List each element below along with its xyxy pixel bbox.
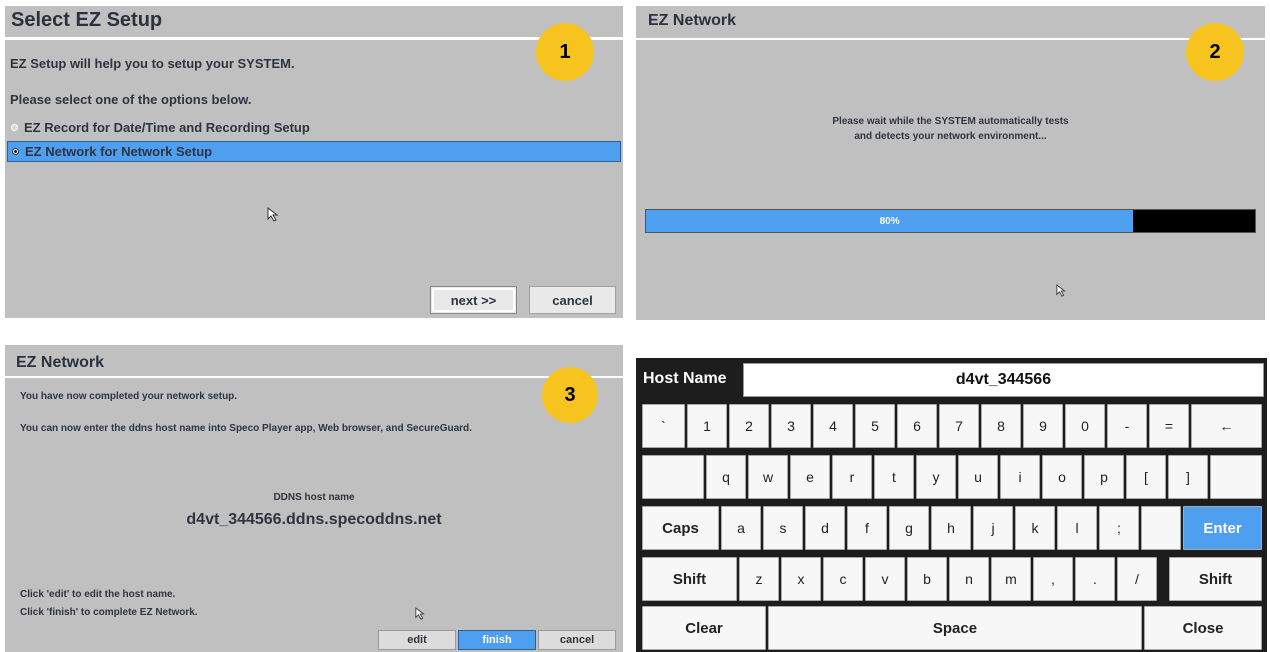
close-key[interactable]: Close [1144, 606, 1262, 650]
enter-key[interactable]: Enter [1183, 506, 1262, 550]
key-p[interactable]: p [1084, 455, 1124, 499]
step-badge-3: 3 [542, 367, 598, 423]
radio-icon[interactable] [11, 124, 18, 131]
key-7[interactable]: 7 [939, 404, 979, 448]
key-blank-right[interactable] [1210, 455, 1262, 499]
key-equals[interactable]: = [1149, 404, 1189, 448]
key-blank-mid[interactable] [1141, 506, 1181, 550]
mouse-cursor-icon [267, 207, 279, 222]
option-label: EZ Record for Date/Time and Recording Se… [24, 120, 310, 135]
page-title: Select EZ Setup [11, 9, 163, 31]
key-backtick[interactable]: ` [642, 404, 685, 448]
page-title: EZ Network [648, 12, 737, 29]
key-i[interactable]: i [1000, 455, 1040, 499]
key-comma[interactable]: , [1033, 557, 1073, 601]
key-y[interactable]: y [916, 455, 956, 499]
radio-selected-icon[interactable] [12, 148, 19, 155]
key-right-bracket[interactable]: ] [1168, 455, 1208, 499]
ez-network-complete-panel: EZ Network 3 You have now completed your… [5, 345, 623, 652]
key-h[interactable]: h [931, 506, 971, 550]
key-c[interactable]: c [823, 557, 863, 601]
next-button[interactable]: next >> [430, 286, 517, 314]
edit-button[interactable]: edit [378, 630, 456, 650]
finish-button[interactable]: finish [458, 630, 536, 650]
mouse-cursor-icon [415, 607, 425, 620]
key-q[interactable]: q [706, 455, 746, 499]
virtual-keyboard: Host Name d4vt_344566 ` 1 2 3 4 5 6 7 8 … [636, 358, 1267, 652]
key-v[interactable]: v [865, 557, 905, 601]
key-minus[interactable]: - [1107, 404, 1147, 448]
instructions-text: You can now enter the ddns host name int… [20, 423, 472, 434]
ddns-host-value: d4vt_344566.ddns.specoddns.net [186, 511, 442, 528]
key-a[interactable]: a [721, 506, 761, 550]
title-divider [636, 38, 1265, 40]
option-ez-record[interactable]: EZ Record for Date/Time and Recording Se… [7, 117, 621, 138]
key-e[interactable]: e [790, 455, 830, 499]
key-m[interactable]: m [991, 557, 1031, 601]
mouse-cursor-icon [1056, 284, 1066, 297]
progress-bar: 80% [645, 209, 1256, 233]
key-3[interactable]: 3 [771, 404, 811, 448]
ddns-label: DDNS host name [273, 492, 355, 503]
clear-key[interactable]: Clear [642, 606, 766, 650]
completed-text: You have now completed your network setu… [20, 391, 238, 402]
backspace-key[interactable]: ← [1191, 404, 1262, 448]
shift-right-key[interactable]: Shift [1169, 557, 1262, 601]
key-w[interactable]: w [748, 455, 788, 499]
key-t[interactable]: t [874, 455, 914, 499]
key-4[interactable]: 4 [813, 404, 853, 448]
finish-hint: Click 'finish' to complete EZ Network. [20, 607, 198, 618]
edit-hint: Click 'edit' to edit the host name. [20, 589, 176, 600]
host-name-input[interactable]: d4vt_344566 [743, 363, 1264, 397]
progress-label: 80% [879, 215, 900, 227]
key-u[interactable]: u [958, 455, 998, 499]
key-d[interactable]: d [805, 506, 845, 550]
host-name-label: Host Name [643, 370, 727, 387]
wait-message-line2: and detects your network environment... [854, 131, 1047, 142]
key-left-bracket[interactable]: [ [1126, 455, 1166, 499]
key-6[interactable]: 6 [897, 404, 937, 448]
title-divider [5, 37, 623, 40]
step-badge-2: 2 [1186, 23, 1244, 81]
key-1[interactable]: 1 [687, 404, 727, 448]
ez-network-progress-panel: EZ Network 2 Please wait while the SYSTE… [636, 6, 1265, 320]
key-5[interactable]: 5 [855, 404, 895, 448]
key-semicolon[interactable]: ; [1099, 506, 1139, 550]
key-z[interactable]: z [739, 557, 779, 601]
key-blank-left[interactable] [642, 455, 704, 499]
key-o[interactable]: o [1042, 455, 1082, 499]
key-k[interactable]: k [1015, 506, 1055, 550]
key-x[interactable]: x [781, 557, 821, 601]
option-label: EZ Network for Network Setup [25, 144, 213, 159]
key-s[interactable]: s [763, 506, 803, 550]
intro-text: EZ Setup will help you to setup your SYS… [10, 56, 295, 71]
key-r[interactable]: r [832, 455, 872, 499]
key-9[interactable]: 9 [1023, 404, 1063, 448]
key-f[interactable]: f [847, 506, 887, 550]
cancel-button[interactable]: cancel [538, 630, 616, 650]
key-0[interactable]: 0 [1065, 404, 1105, 448]
shift-left-key[interactable]: Shift [642, 557, 737, 601]
key-b[interactable]: b [907, 557, 947, 601]
option-ez-network[interactable]: EZ Network for Network Setup [7, 141, 621, 162]
key-j[interactable]: j [973, 506, 1013, 550]
key-2[interactable]: 2 [729, 404, 769, 448]
key-n[interactable]: n [949, 557, 989, 601]
key-l[interactable]: l [1057, 506, 1097, 550]
key-period[interactable]: . [1075, 557, 1115, 601]
caps-key[interactable]: Caps [642, 506, 719, 550]
space-key[interactable]: Space [768, 606, 1142, 650]
key-8[interactable]: 8 [981, 404, 1021, 448]
ez-setup-panel: Select EZ Setup 1 EZ Setup will help you… [5, 6, 623, 318]
title-divider [5, 376, 623, 378]
prompt-text: Please select one of the options below. [10, 92, 252, 107]
wait-message-line1: Please wait while the SYSTEM automatical… [832, 116, 1069, 127]
page-title: EZ Network [16, 354, 105, 371]
step-badge-1: 1 [536, 23, 594, 81]
key-slash[interactable]: / [1117, 557, 1157, 601]
key-g[interactable]: g [889, 506, 929, 550]
cancel-button[interactable]: cancel [529, 286, 616, 314]
